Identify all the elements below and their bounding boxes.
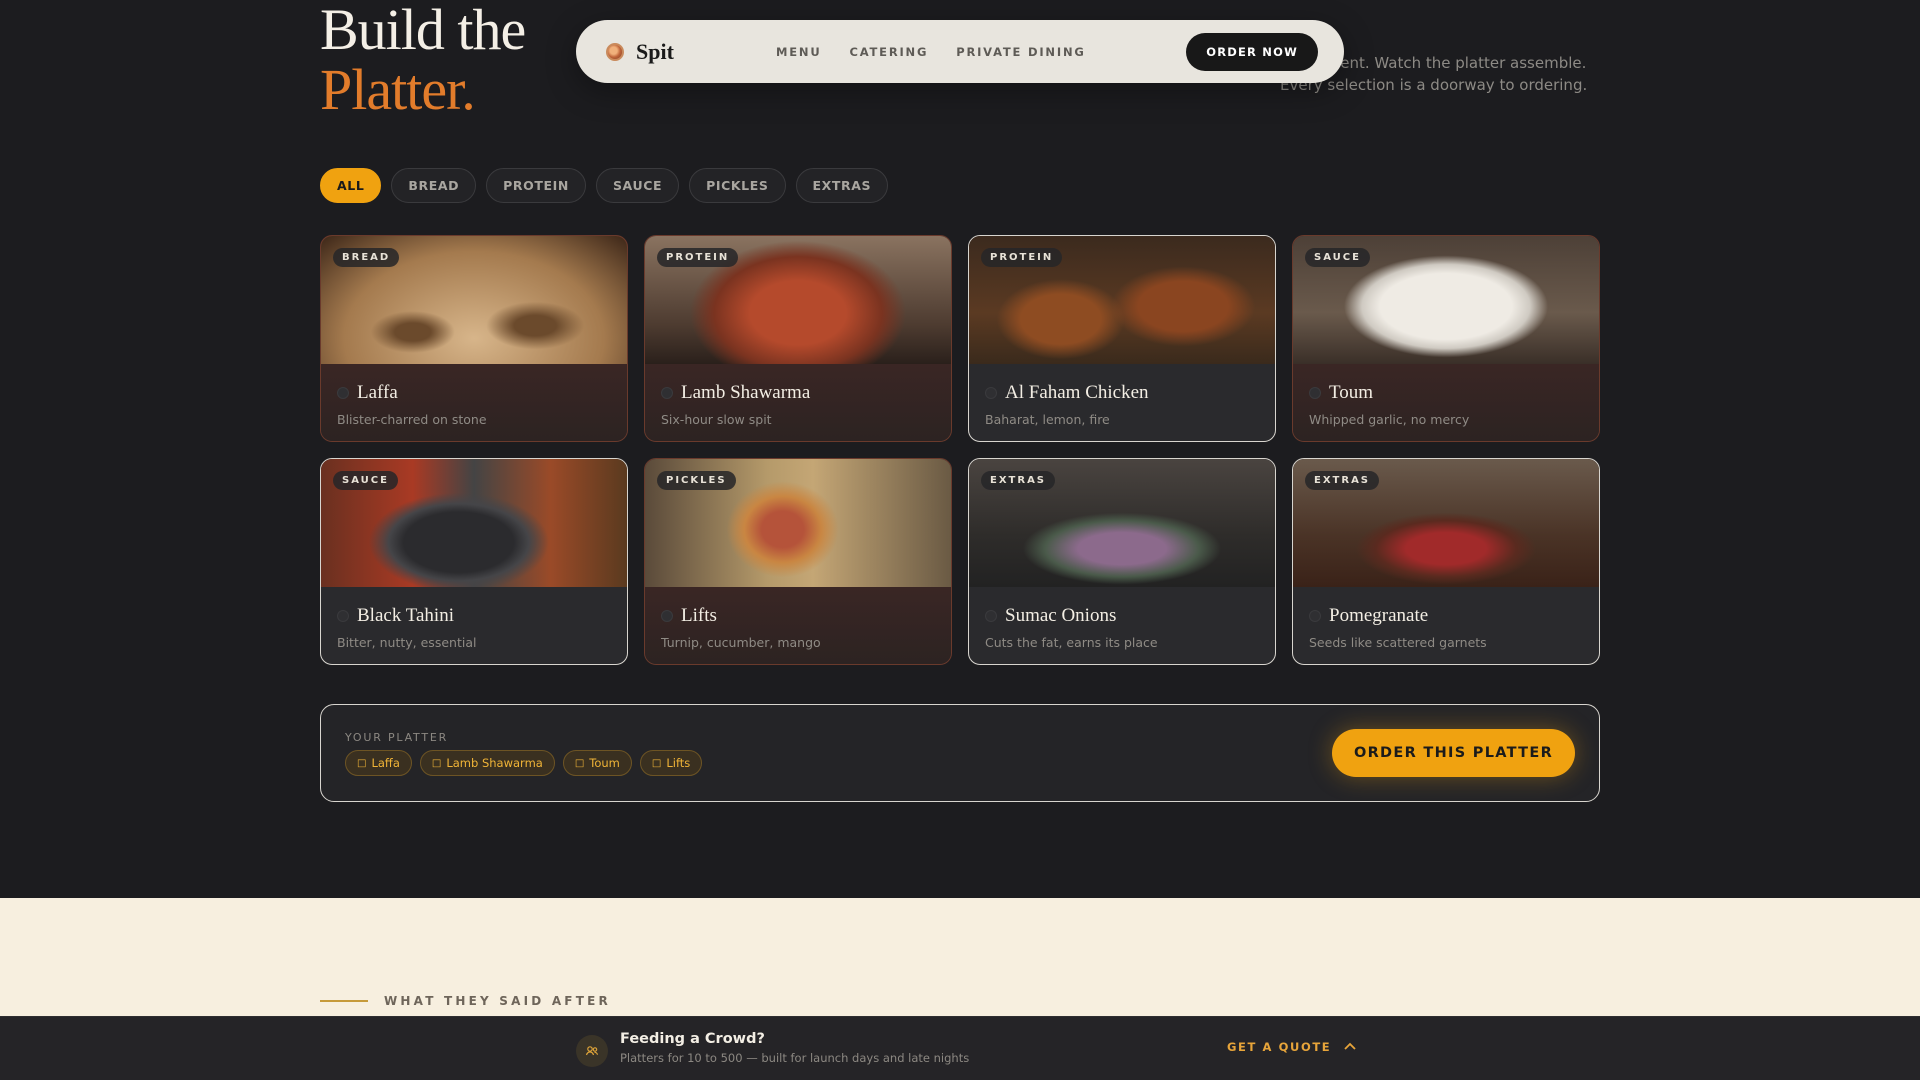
item-tag: EXTRAS <box>981 471 1056 490</box>
page-title: Build the Platter. <box>320 0 526 122</box>
brand[interactable]: Spit <box>606 39 776 65</box>
divider <box>320 1000 368 1002</box>
item-desc: Seeds like scattered garnets <box>1309 635 1487 650</box>
filter-extras[interactable]: EXTRAS <box>795 168 889 203</box>
order-platter-button[interactable]: ORDER THIS PLATTER <box>1332 729 1575 777</box>
item-name: Lifts <box>681 605 717 626</box>
brand-logo-icon <box>606 42 624 61</box>
nav-bar: Spit MENU CATERING PRIVATE DINING ORDER … <box>576 20 1344 83</box>
platter-chip[interactable]: □ Toum <box>562 750 632 776</box>
item-name: Black Tahini <box>357 605 454 626</box>
item-desc: Blister-charred on stone <box>337 412 487 427</box>
nav-links: MENU CATERING PRIVATE DINING <box>776 45 1086 59</box>
item-desc: Cuts the fat, earns its place <box>985 635 1158 650</box>
remove-icon: □ <box>431 757 442 769</box>
select-dot-icon <box>985 610 997 622</box>
item-tag: SAUCE <box>333 471 398 490</box>
testimonials-label: WHAT THEY SAID AFTER <box>320 994 611 1008</box>
chip-label: Toum <box>589 756 620 770</box>
testimonials-heading: WHAT THEY SAID AFTER <box>384 994 611 1008</box>
select-dot-icon <box>661 387 673 399</box>
users-icon <box>576 1035 608 1067</box>
catering-bar: Feeding a Crowd? Platters for 10 to 500 … <box>0 1016 1920 1080</box>
item-name: Al Faham Chicken <box>1005 382 1149 403</box>
filter-bread[interactable]: BREAD <box>391 168 477 203</box>
select-dot-icon <box>1309 387 1321 399</box>
get-quote-button[interactable]: GET A QUOTE <box>1227 1039 1357 1055</box>
platter-chip[interactable]: □ Laffa <box>345 750 412 776</box>
item-photo: PROTEIN <box>645 236 951 364</box>
filter-pickles[interactable]: PICKLES <box>689 168 786 203</box>
filter-all[interactable]: ALL <box>320 168 382 203</box>
item-desc: Whipped garlic, no mercy <box>1309 412 1470 427</box>
item-grid: BREAD Laffa Blister-charred on stone PROT… <box>320 235 1600 665</box>
item-card-laffa[interactable]: BREAD Laffa Blister-charred on stone <box>320 235 628 442</box>
select-dot-icon <box>1309 610 1321 622</box>
platter-chip[interactable]: □ Lifts <box>639 750 703 776</box>
select-dot-icon <box>985 387 997 399</box>
item-name: Sumac Onions <box>1005 605 1117 626</box>
remove-icon: □ <box>357 757 367 769</box>
item-card-al-faham-chicken[interactable]: PROTEIN Al Faham Chicken Baharat, lemon, … <box>968 235 1276 442</box>
item-photo: EXTRAS <box>1293 459 1599 587</box>
catering-title: Feeding a Crowd? <box>620 1031 765 1047</box>
order-now-button[interactable]: ORDER NOW <box>1186 32 1318 71</box>
remove-icon: □ <box>651 757 662 769</box>
item-card-lamb-shawarma[interactable]: PROTEIN Lamb Shawarma Six-hour slow spit <box>644 235 952 442</box>
item-desc: Baharat, lemon, fire <box>985 412 1110 427</box>
remove-icon: □ <box>574 757 585 769</box>
item-card-sumac-onions[interactable]: EXTRAS Sumac Onions Cuts the fat, earns i… <box>968 458 1276 665</box>
nav-link-catering[interactable]: CATERING <box>849 45 928 59</box>
catering-subtitle: Platters for 10 to 500 — built for launc… <box>620 1051 970 1065</box>
select-dot-icon <box>661 610 673 622</box>
chip-label: Laffa <box>371 756 400 770</box>
brand-name: Spit <box>636 38 674 64</box>
platter-summary: YOUR PLATTER □ Laffa □ Lamb Shawarma □ Toum… <box>320 704 1600 802</box>
nav-link-menu[interactable]: MENU <box>776 45 821 59</box>
item-desc: Turnip, cucumber, mango <box>661 635 821 650</box>
item-photo: PICKLES <box>645 459 951 587</box>
item-tag: BREAD <box>333 248 400 267</box>
item-photo: SAUCE <box>1293 236 1599 364</box>
item-photo: BREAD <box>321 236 627 364</box>
item-name: Lamb Shawarma <box>681 382 811 403</box>
item-card-toum[interactable]: SAUCE Toum Whipped garlic, no mercy <box>1292 235 1600 442</box>
chip-label: Lifts <box>666 756 691 770</box>
item-tag: PROTEIN <box>981 248 1063 267</box>
chevron-up-icon <box>1343 1039 1357 1055</box>
item-tag: EXTRAS <box>1305 471 1380 490</box>
nav-link-private-dining[interactable]: PRIVATE DINING <box>956 45 1085 59</box>
select-dot-icon <box>337 610 349 622</box>
item-photo: SAUCE <box>321 459 627 587</box>
item-desc: Bitter, nutty, essential <box>337 635 477 650</box>
filter-protein[interactable]: PROTEIN <box>486 168 586 203</box>
item-name: Laffa <box>357 382 398 403</box>
category-filters: ALL BREAD PROTEIN SAUCE PICKLES EXTRAS <box>320 168 889 203</box>
chip-label: Lamb Shawarma <box>446 756 543 770</box>
item-name: Toum <box>1329 382 1374 403</box>
platter-chip[interactable]: □ Lamb Shawarma <box>419 750 555 776</box>
item-tag: PROTEIN <box>657 248 739 267</box>
select-dot-icon <box>337 387 349 399</box>
filter-sauce[interactable]: SAUCE <box>595 168 680 203</box>
item-photo: EXTRAS <box>969 459 1275 587</box>
item-desc: Six-hour slow spit <box>661 412 772 427</box>
item-photo: PROTEIN <box>969 236 1275 364</box>
title-line-1: Build the <box>320 0 526 62</box>
item-card-lifts[interactable]: PICKLES Lifts Turnip, cucumber, mango <box>644 458 952 665</box>
item-name: Pomegranate <box>1329 605 1429 626</box>
item-tag: PICKLES <box>657 471 736 490</box>
item-tag: SAUCE <box>1305 248 1370 267</box>
title-line-2: Platter. <box>320 57 476 122</box>
get-quote-label: GET A QUOTE <box>1227 1040 1332 1054</box>
item-card-black-tahini[interactable]: SAUCE Black Tahini Bitter, nutty, essenti… <box>320 458 628 665</box>
item-card-pomegranate[interactable]: EXTRAS Pomegranate Seeds like scattered g… <box>1292 458 1600 665</box>
